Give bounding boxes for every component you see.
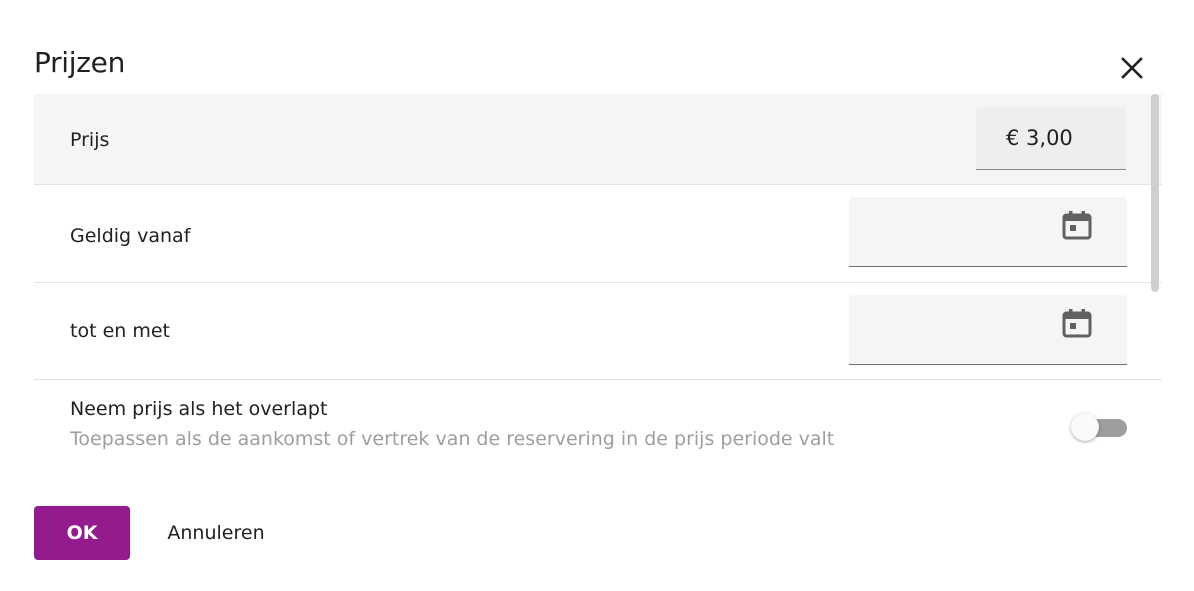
calendar-icon[interactable] <box>1062 308 1092 338</box>
overlap-label: Neem prijs als het overlapt <box>70 398 328 420</box>
overlap-row: Neem prijs als het overlapt Toepassen al… <box>34 380 1162 479</box>
valid-from-row: Geldig vanaf <box>34 185 1162 283</box>
close-button[interactable] <box>1115 52 1149 84</box>
price-input[interactable]: € 3,00 <box>976 107 1126 170</box>
valid-until-input[interactable] <box>849 295 1127 365</box>
valid-until-row: tot en met <box>34 283 1162 380</box>
price-row: Prijs € 3,00 <box>34 94 1162 185</box>
toggle-thumb <box>1071 413 1099 441</box>
ok-button[interactable]: OK <box>34 506 130 560</box>
dialog-title: Prijzen <box>34 46 126 79</box>
close-icon <box>1121 57 1143 79</box>
valid-from-input[interactable] <box>849 197 1127 267</box>
price-form: Prijs € 3,00 Geldig vanaf tot en met Nee… <box>34 94 1162 479</box>
valid-until-label: tot en met <box>70 320 170 342</box>
price-label: Prijs <box>70 129 110 151</box>
overlap-description: Toepassen als de aankomst of vertrek van… <box>70 428 835 450</box>
cancel-button[interactable]: Annuleren <box>146 506 286 560</box>
scrollbar[interactable] <box>1151 94 1159 292</box>
calendar-icon[interactable] <box>1062 210 1092 240</box>
valid-from-label: Geldig vanaf <box>70 225 191 247</box>
overlap-toggle[interactable] <box>1071 412 1129 442</box>
